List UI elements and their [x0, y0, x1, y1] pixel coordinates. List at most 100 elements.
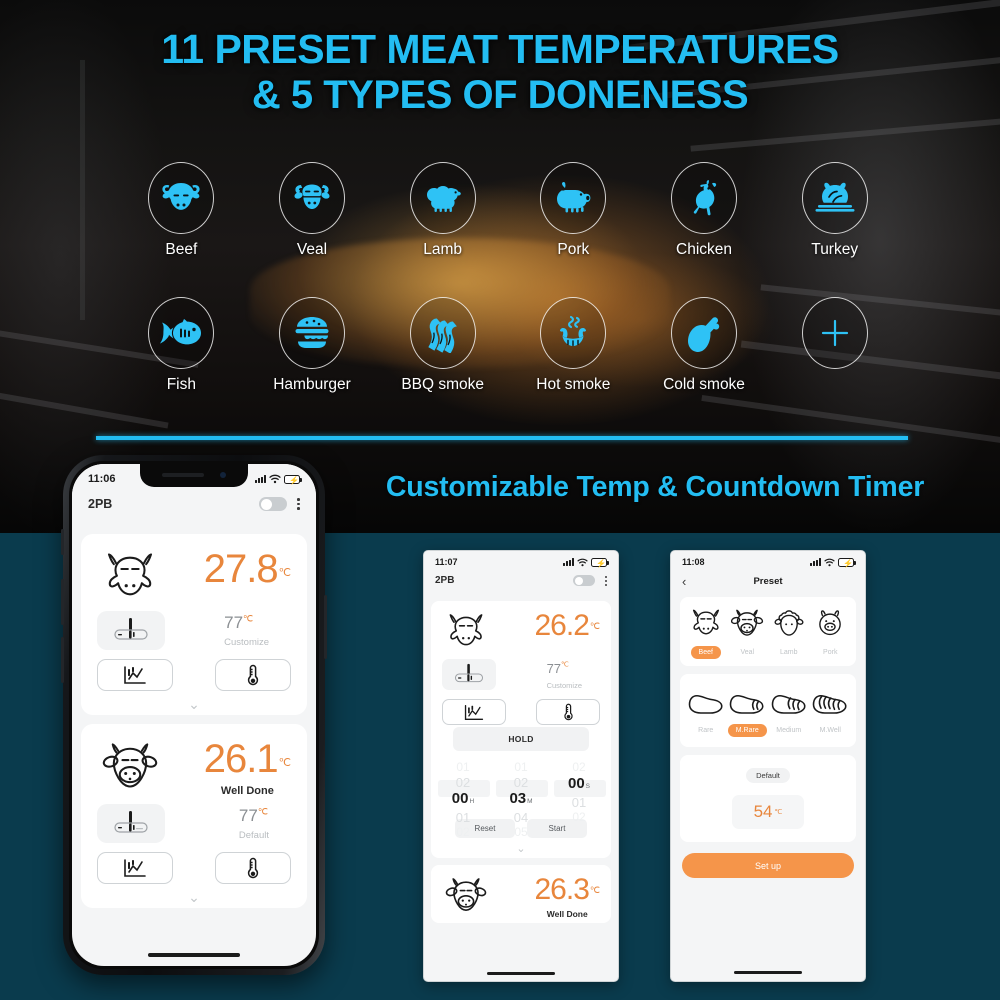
- probe-slider-icon[interactable]: [97, 611, 165, 650]
- chevron-down-icon[interactable]: ⌄: [97, 890, 291, 904]
- bacon-strips-icon: [409, 297, 476, 369]
- power-toggle[interactable]: [259, 497, 288, 511]
- timer-hours-suffix: H: [469, 798, 475, 805]
- preset-add-custom[interactable]: [769, 297, 900, 394]
- chart-icon[interactable]: [97, 659, 173, 691]
- plus-icon: [801, 297, 868, 369]
- phone-volume-up-button[interactable]: [61, 579, 64, 625]
- kebab-menu-icon[interactable]: [297, 498, 300, 510]
- preset-temperature-box[interactable]: 54 ℃: [732, 795, 804, 829]
- target-temperature-unit: ℃: [243, 613, 254, 624]
- hold-button[interactable]: HOLD: [453, 727, 589, 751]
- preset-label: BBQ smoke: [401, 376, 485, 393]
- doneness-option-label: Medium: [776, 727, 802, 734]
- signal-bars-icon: [563, 558, 574, 566]
- meat-option-pork[interactable]: Pork: [810, 606, 852, 659]
- device-name: 2PB: [88, 497, 113, 511]
- hamburger-icon: [279, 297, 345, 369]
- preset-row-1: Beef Veal Lamb Pork Chicken Turkey: [110, 162, 900, 259]
- preset-label: Beef: [165, 241, 198, 258]
- preset-bbq-smoke[interactable]: BBQ smoke: [377, 297, 508, 394]
- kebab-menu-icon[interactable]: [605, 575, 607, 586]
- doneness-option-medium[interactable]: Medium: [768, 690, 810, 737]
- probe-card[interactable]: 26.2℃ 77℃ Customize HOLD 01 02 00 H 01 0…: [431, 601, 611, 858]
- pig-icon: [819, 610, 842, 636]
- cow-head-icon: [107, 553, 153, 596]
- meat-option-veal[interactable]: Veal: [727, 606, 769, 659]
- cow-head-icon: [692, 609, 719, 635]
- phone-notch: [140, 464, 248, 487]
- timer-minutes-column[interactable]: 01 02 03 M 04 05: [496, 760, 548, 839]
- steak-mwell-icon: [812, 694, 847, 714]
- target-temperature-unit: ℃: [561, 661, 569, 669]
- probe-slider-icon[interactable]: [442, 659, 496, 690]
- home-indicator[interactable]: [148, 953, 240, 957]
- countdown-timer-picker[interactable]: 01 02 00 H 01 02 01 02 03 M 04 05 02 00 …: [438, 760, 606, 839]
- timer-seconds-column[interactable]: 02 00 S 01 02: [554, 760, 606, 824]
- doneness-option-label: M.Well: [819, 727, 841, 734]
- doneness-option-mrare[interactable]: M.Rare: [727, 690, 769, 737]
- preset-beef[interactable]: Beef: [116, 162, 247, 259]
- steak-medium-icon: [771, 694, 806, 714]
- probe-card[interactable]: 26.3℃ Well Done: [431, 865, 611, 923]
- timer-hours-column[interactable]: 01 02 00 H 01 02: [438, 760, 490, 839]
- default-temperature-card: Default 54 ℃: [680, 755, 856, 842]
- preset-fish[interactable]: Fish: [116, 297, 247, 394]
- probe-card[interactable]: 27.8℃ 77℃ Customize ⌄: [81, 534, 307, 715]
- phone-bezel: 11:06 ⚡ 2PB 27.8℃ 77℃ Customize ⌄ 26.1℃ …: [69, 461, 319, 969]
- phone-power-button[interactable]: [324, 595, 327, 659]
- meat-option-beef[interactable]: Beef: [685, 606, 727, 659]
- timer-seconds-below-2: 02: [572, 810, 586, 824]
- battery-charging-icon: ⚡: [838, 557, 856, 568]
- preset-chicken[interactable]: Chicken: [639, 162, 770, 259]
- phone-volume-down-button[interactable]: [61, 637, 64, 683]
- calf-head-icon: [731, 609, 764, 636]
- probe-slider-icon[interactable]: [97, 804, 165, 843]
- meat-option-lamb[interactable]: Lamb: [768, 606, 810, 659]
- timer-minutes-above-2: 01: [514, 760, 528, 774]
- default-chip[interactable]: Default: [746, 768, 790, 783]
- home-indicator[interactable]: [487, 972, 555, 975]
- calf-head-icon: [445, 878, 487, 911]
- meat-option-label: Veal: [740, 649, 755, 656]
- target-mode-label: Default: [238, 830, 269, 841]
- preset-cold-smoke[interactable]: Cold smoke: [639, 297, 770, 394]
- wifi-icon: [577, 558, 588, 566]
- thermometer-icon[interactable]: [215, 659, 291, 691]
- preset-pork[interactable]: Pork: [508, 162, 639, 259]
- target-mode-label: Customize: [546, 680, 582, 690]
- set-up-button[interactable]: Set up: [682, 853, 854, 878]
- home-indicator[interactable]: [734, 971, 802, 974]
- chevron-down-icon[interactable]: ⌄: [442, 844, 600, 855]
- preset-veal[interactable]: Veal: [247, 162, 378, 259]
- current-temperature: 26.3: [534, 873, 590, 906]
- probe-card[interactable]: 26.1℃ Well Done 77℃ Default ⌄: [81, 724, 307, 908]
- turkey-platter-icon: [801, 162, 868, 234]
- chart-icon[interactable]: [97, 852, 173, 884]
- phone-side-button[interactable]: [61, 529, 64, 555]
- timer-minutes-value: 03: [509, 790, 527, 807]
- device-name: 2PB: [435, 575, 455, 586]
- preset-label: Chicken: [676, 241, 733, 258]
- timer-minutes-below-2: 05: [514, 825, 528, 839]
- battery-charging-icon: ⚡: [591, 557, 609, 568]
- doneness-option-mwell[interactable]: M.Well: [810, 690, 852, 737]
- preset-label: Turkey: [811, 241, 859, 258]
- meat-option-label: Pork: [823, 649, 838, 656]
- thermometer-icon[interactable]: [215, 852, 291, 884]
- chart-icon[interactable]: [442, 699, 506, 725]
- chevron-down-icon[interactable]: ⌄: [97, 697, 291, 711]
- preset-hamburger[interactable]: Hamburger: [247, 297, 378, 394]
- power-toggle[interactable]: [573, 575, 595, 586]
- current-temperature: 26.2: [534, 609, 590, 642]
- timer-seconds-above-2: 02: [572, 760, 586, 774]
- preset-label: Fish: [166, 376, 196, 393]
- sheep-icon: [774, 610, 804, 636]
- preset-temperature-value: 54: [753, 802, 773, 821]
- thermometer-icon[interactable]: [536, 699, 600, 725]
- preset-turkey[interactable]: Turkey: [769, 162, 900, 259]
- doneness-option-rare[interactable]: Rare: [685, 690, 727, 737]
- steak-rare-icon: [688, 694, 723, 714]
- preset-lamb[interactable]: Lamb: [377, 162, 508, 259]
- preset-hot-smoke[interactable]: Hot smoke: [508, 297, 639, 394]
